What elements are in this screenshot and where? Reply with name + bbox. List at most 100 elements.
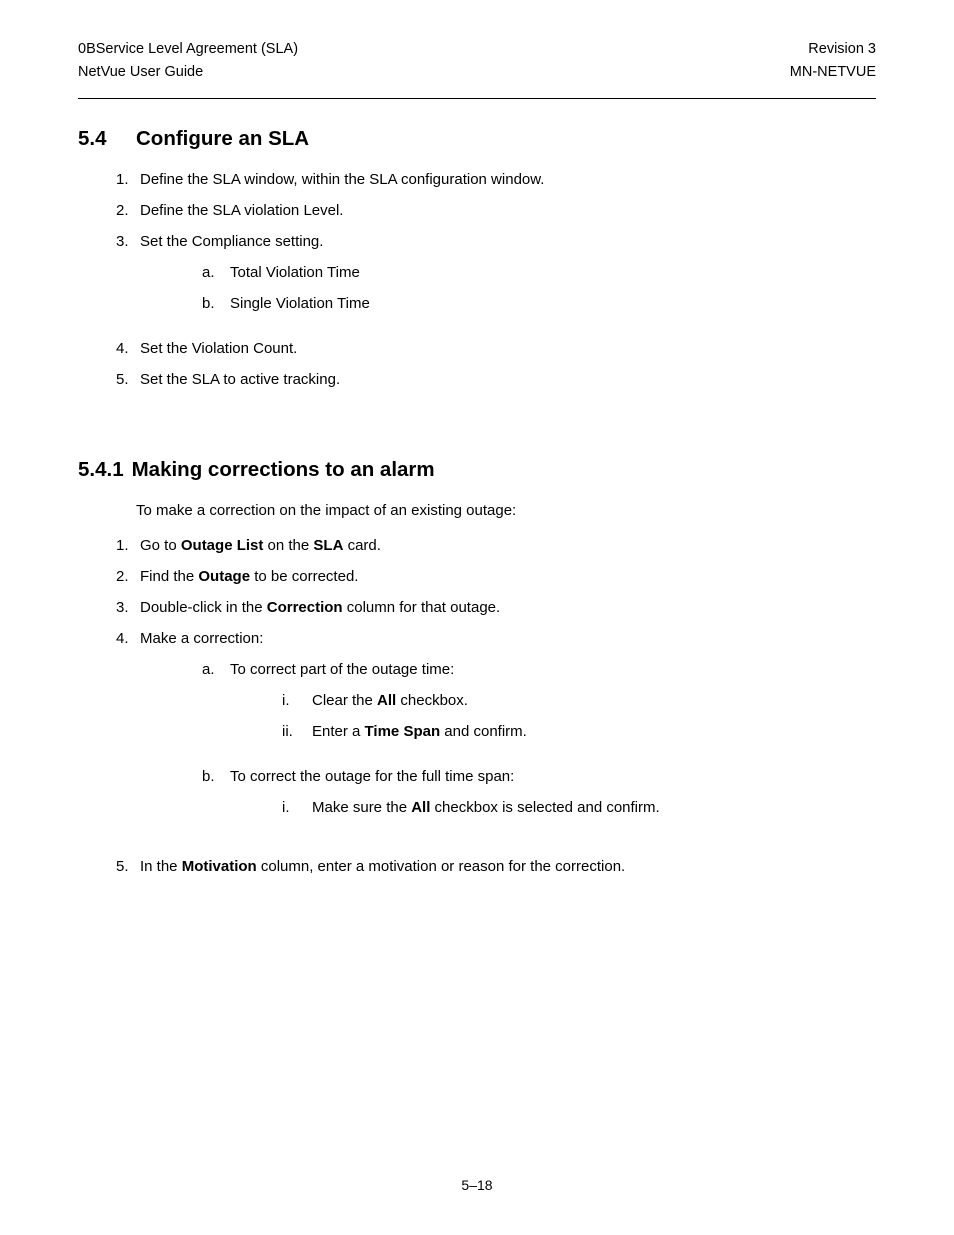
list-marker: b.	[202, 768, 230, 830]
list-content: Single Violation Time	[230, 295, 876, 312]
section-5-4-heading: 5.4Configure an SLA	[78, 127, 876, 151]
text-part: SLA	[313, 537, 343, 554]
list-marker: 4.	[116, 340, 140, 357]
list-content: Find the Outage to be corrected.	[140, 568, 876, 585]
text: To correct the outage for the full time …	[230, 768, 514, 785]
text-part: Correction	[267, 599, 343, 616]
list-marker: 1.	[116, 537, 140, 554]
text-part: card.	[343, 537, 381, 554]
list-item: 4.Make a correction: a.To correct part of…	[116, 630, 876, 844]
text-part: checkbox is selected and confirm.	[430, 799, 659, 816]
list-marker: 2.	[116, 568, 140, 585]
text-part: Make sure the	[312, 799, 411, 816]
header-right-line1: Revision 3	[790, 38, 876, 61]
list-content: Go to Outage List on the SLA card.	[140, 537, 876, 554]
list-item: a.Total Violation Time	[202, 264, 876, 281]
list-item: 1.Go to Outage List on the SLA card.	[116, 537, 876, 554]
list-marker: 5.	[116, 858, 140, 875]
text-part: All	[377, 692, 396, 709]
text-part: Outage List	[181, 537, 264, 554]
section-title: Configure an SLA	[136, 127, 309, 150]
list-content: Set the Violation Count.	[140, 340, 876, 357]
list-marker: a.	[202, 264, 230, 281]
page-number: 5–18	[0, 1177, 954, 1193]
list-item: 3.Double-click in the Correction column …	[116, 599, 876, 616]
list-marker: 1.	[116, 171, 140, 188]
list-content: Make a correction: a.To correct part of t…	[140, 630, 876, 844]
list-content: Set the Compliance setting. a.Total Viola…	[140, 233, 876, 326]
text-part: Double-click in the	[140, 599, 267, 616]
list-item: i.Clear the All checkbox.	[282, 692, 876, 709]
list-marker: ii.	[282, 723, 312, 740]
list-content: Define the SLA window, within the SLA co…	[140, 171, 876, 188]
header-right-line2: MN-NETVUE	[790, 61, 876, 84]
list-marker: i.	[282, 692, 312, 709]
list-marker: 3.	[116, 599, 140, 616]
text-part: on the	[263, 537, 313, 554]
text: To correct part of the outage time:	[230, 661, 454, 678]
list-item: 5.In the Motivation column, enter a moti…	[116, 858, 876, 875]
subsection-number: 5.4.1	[78, 458, 124, 482]
list-item: a.To correct part of the outage time: i.C…	[202, 661, 876, 754]
list-item: 2.Define the SLA violation Level.	[116, 202, 876, 219]
list-item: 1.Define the SLA window, within the SLA …	[116, 171, 876, 188]
text: Set the Compliance setting.	[140, 233, 323, 250]
list-content: Total Violation Time	[230, 264, 876, 281]
list-marker: i.	[282, 799, 312, 816]
list-content: In the Motivation column, enter a motiva…	[140, 858, 876, 875]
section-5-4-list: 1.Define the SLA window, within the SLA …	[116, 171, 876, 388]
list-content: Clear the All checkbox.	[312, 692, 876, 709]
header-left-line2: NetVue User Guide	[78, 61, 298, 84]
sub-list: i.Make sure the All checkbox is selected…	[282, 799, 876, 816]
text-part: Clear the	[312, 692, 377, 709]
header-right: Revision 3 MN-NETVUE	[790, 38, 876, 84]
list-content: Enter a Time Span and confirm.	[312, 723, 876, 740]
list-marker: 2.	[116, 202, 140, 219]
intro-text: To make a correction on the impact of an…	[136, 502, 876, 519]
document-page: 0BService Level Agreement (SLA) NetVue U…	[0, 0, 954, 875]
text-part: Motivation	[182, 858, 257, 875]
section-5-4-1-heading: 5.4.1Making corrections to an alarm	[78, 458, 876, 482]
text-part: In the	[140, 858, 182, 875]
text-part: Find the	[140, 568, 198, 585]
list-content: Define the SLA violation Level.	[140, 202, 876, 219]
text-part: Time Span	[365, 723, 441, 740]
list-item: b.Single Violation Time	[202, 295, 876, 312]
text-part: Outage	[198, 568, 250, 585]
list-content: Set the SLA to active tracking.	[140, 371, 876, 388]
list-item: b.To correct the outage for the full tim…	[202, 768, 876, 830]
text: Set the Violation Count.	[140, 340, 297, 357]
list-item: 5.Set the SLA to active tracking.	[116, 371, 876, 388]
text: Define the SLA violation Level.	[140, 202, 343, 219]
text-part: Enter a	[312, 723, 365, 740]
list-marker: 4.	[116, 630, 140, 844]
list-marker: b.	[202, 295, 230, 312]
text: Set the SLA to active tracking.	[140, 371, 340, 388]
text-part: and confirm.	[440, 723, 527, 740]
text-part: column for that outage.	[343, 599, 501, 616]
page-header: 0BService Level Agreement (SLA) NetVue U…	[78, 38, 876, 99]
section-5-4-1-list: 1.Go to Outage List on the SLA card.2.Fi…	[116, 537, 876, 875]
list-item: ii.Enter a Time Span and confirm.	[282, 723, 876, 740]
list-marker: a.	[202, 661, 230, 754]
text-part: column, enter a motivation or reason for…	[257, 858, 626, 875]
list-marker: 5.	[116, 371, 140, 388]
list-marker: 3.	[116, 233, 140, 326]
list-item: i.Make sure the All checkbox is selected…	[282, 799, 876, 816]
text: Define the SLA window, within the SLA co…	[140, 171, 544, 188]
text-part: All	[411, 799, 430, 816]
text: Single Violation Time	[230, 295, 370, 312]
sub-list: a.Total Violation Timeb.Single Violation…	[202, 264, 876, 312]
list-content: Double-click in the Correction column fo…	[140, 599, 876, 616]
header-left: 0BService Level Agreement (SLA) NetVue U…	[78, 38, 298, 84]
text-part: Go to	[140, 537, 181, 554]
list-item: 3.Set the Compliance setting. a.Total Vio…	[116, 233, 876, 326]
sub-list: a.To correct part of the outage time:i.C…	[202, 661, 876, 830]
list-item: 4.Set the Violation Count.	[116, 340, 876, 357]
text-part: checkbox.	[396, 692, 468, 709]
header-left-line1: 0BService Level Agreement (SLA)	[78, 38, 298, 61]
text-part: Make a correction:	[140, 630, 263, 647]
list-content: Make sure the All checkbox is selected a…	[312, 799, 876, 816]
list-item: 2.Find the Outage to be corrected.	[116, 568, 876, 585]
list-content: To correct part of the outage time: i.Cle…	[230, 661, 876, 754]
